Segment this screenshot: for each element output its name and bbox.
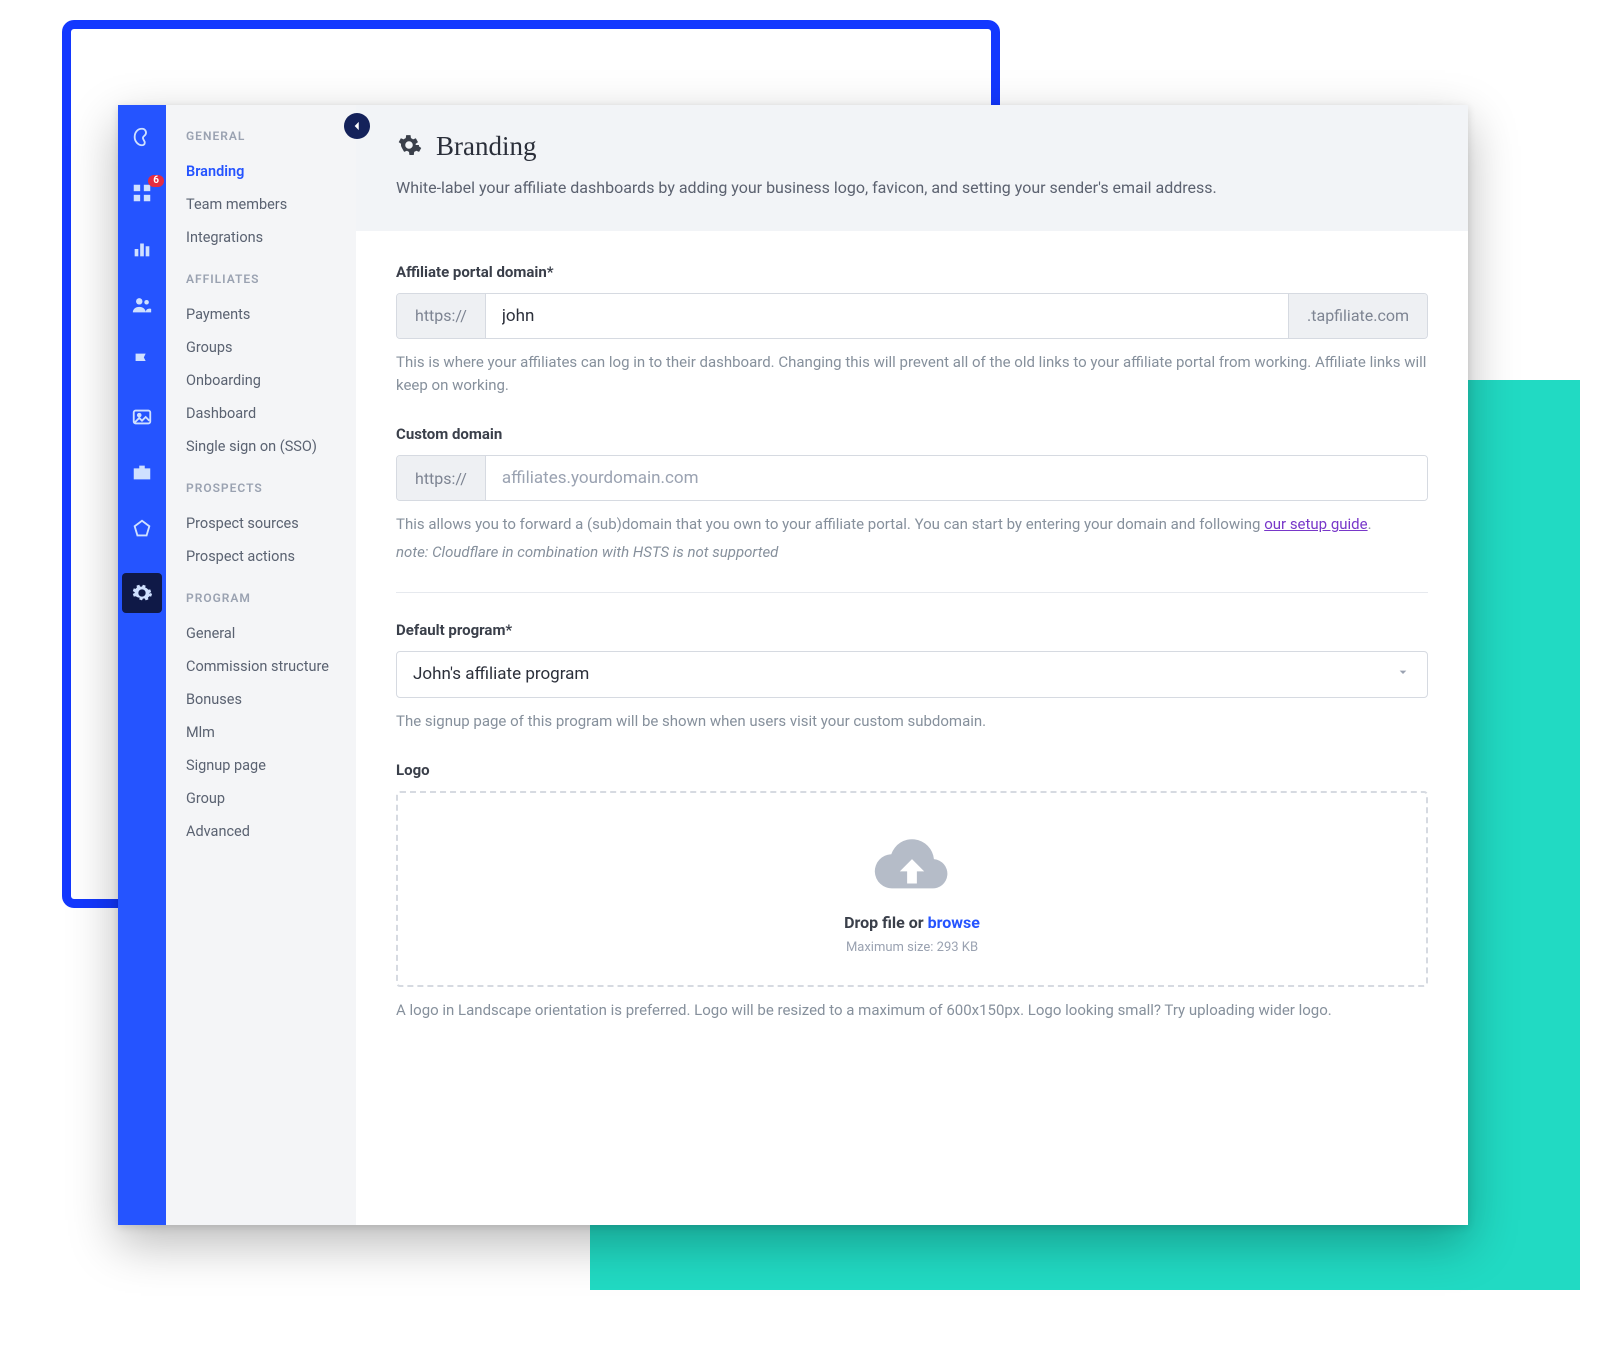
portal-domain-help: This is where your affiliates can log in…: [396, 351, 1428, 398]
sidebar-item-signup-page[interactable]: Signup page: [186, 749, 356, 782]
dashboard-badge: 6: [148, 175, 164, 187]
flag-icon[interactable]: [130, 349, 154, 373]
icon-rail: 6: [118, 105, 166, 1225]
polygon-icon[interactable]: [130, 517, 154, 541]
drop-text-prefix: Drop file or: [844, 913, 928, 932]
sidebar-item-advanced[interactable]: Advanced: [186, 815, 356, 848]
page-title: Branding: [436, 131, 537, 162]
sidebar-group-title: AFFILIATES: [186, 272, 356, 286]
setup-guide-link[interactable]: our setup guide: [1264, 515, 1367, 533]
sidebar-item-payments[interactable]: Payments: [186, 298, 356, 331]
sidebar-group-title: PROGRAM: [186, 591, 356, 605]
sidebar-item-bonuses[interactable]: Bonuses: [186, 683, 356, 716]
field-logo: Logo Drop file or browse Maximum size: 2…: [396, 761, 1428, 1022]
portal-domain-prefix: https://: [397, 294, 486, 338]
default-program-select[interactable]: John's affiliate program: [396, 651, 1428, 698]
sidebar-item-dashboard[interactable]: Dashboard: [186, 397, 356, 430]
field-default-program: Default program* John's affiliate progra…: [396, 621, 1428, 733]
form-body: Affiliate portal domain* https:// .tapfi…: [356, 231, 1468, 1091]
sidebar-group-general: GENERAL Branding Team members Integratio…: [186, 129, 356, 254]
sidebar-item-prospect-actions[interactable]: Prospect actions: [186, 540, 356, 573]
custom-domain-label: Custom domain: [396, 425, 1428, 443]
back-button[interactable]: [344, 113, 370, 139]
sidebar-item-commission-structure[interactable]: Commission structure: [186, 650, 356, 683]
cloud-upload-icon: [418, 833, 1406, 899]
browse-link[interactable]: browse: [928, 913, 980, 932]
sidebar-group-prospects: PROSPECTS Prospect sources Prospect acti…: [186, 481, 356, 573]
drop-max-size: Maximum size: 293 KB: [418, 940, 1406, 955]
dashboard-icon[interactable]: 6: [130, 181, 154, 205]
briefcase-icon[interactable]: [130, 461, 154, 485]
custom-domain-input-group: https://: [396, 455, 1428, 501]
default-program-value: John's affiliate program: [413, 664, 589, 684]
sidebar-item-integrations[interactable]: Integrations: [186, 221, 356, 254]
page-description: White-label your affiliate dashboards by…: [396, 176, 1428, 201]
portal-domain-label: Affiliate portal domain*: [396, 263, 1428, 281]
field-custom-domain: Custom domain https:// This allows you t…: [396, 425, 1428, 564]
drop-text: Drop file or browse: [418, 913, 1406, 932]
logo-dropzone[interactable]: Drop file or browse Maximum size: 293 KB: [396, 791, 1428, 987]
gear-icon: [396, 132, 422, 162]
settings-sidebar: GENERAL Branding Team members Integratio…: [166, 105, 356, 1225]
sidebar-item-program-group[interactable]: Group: [186, 782, 356, 815]
sidebar-group-title: PROSPECTS: [186, 481, 356, 495]
sidebar-item-onboarding[interactable]: Onboarding: [186, 364, 356, 397]
custom-domain-help: This allows you to forward a (sub)domain…: [396, 513, 1428, 536]
logo-icon[interactable]: [130, 125, 154, 149]
gear-icon[interactable]: [122, 573, 162, 613]
chart-icon[interactable]: [130, 237, 154, 261]
sidebar-item-sso[interactable]: Single sign on (SSO): [186, 430, 356, 463]
field-portal-domain: Affiliate portal domain* https:// .tapfi…: [396, 263, 1428, 398]
default-program-label: Default program*: [396, 621, 1428, 639]
portal-domain-suffix: .tapfiliate.com: [1288, 294, 1427, 338]
app-window: 6 GENERAL Branding Team m: [118, 105, 1468, 1225]
sidebar-item-groups[interactable]: Groups: [186, 331, 356, 364]
sidebar-item-team-members[interactable]: Team members: [186, 188, 356, 221]
main-content: Branding White-label your affiliate dash…: [356, 105, 1468, 1225]
sidebar-group-program: PROGRAM General Commission structure Bon…: [186, 591, 356, 848]
custom-domain-note: note: Cloudflare in combination with HST…: [396, 541, 1428, 564]
divider: [396, 592, 1428, 593]
sidebar-item-prospect-sources[interactable]: Prospect sources: [186, 507, 356, 540]
portal-domain-input-group: https:// .tapfiliate.com: [396, 293, 1428, 339]
logo-help: A logo in Landscape orientation is prefe…: [396, 999, 1428, 1022]
portal-domain-input[interactable]: [486, 294, 1288, 338]
default-program-help: The signup page of this program will be …: [396, 710, 1428, 733]
image-icon[interactable]: [130, 405, 154, 429]
sidebar-item-program-general[interactable]: General: [186, 617, 356, 650]
chevron-down-icon: [1395, 664, 1411, 685]
users-icon[interactable]: [130, 293, 154, 317]
custom-domain-prefix: https://: [397, 456, 486, 500]
page-header: Branding White-label your affiliate dash…: [356, 105, 1468, 231]
sidebar-item-branding[interactable]: Branding: [186, 155, 356, 188]
sidebar-group-affiliates: AFFILIATES Payments Groups Onboarding Da…: [186, 272, 356, 463]
logo-label: Logo: [396, 761, 1428, 779]
custom-domain-input[interactable]: [486, 456, 1427, 500]
sidebar-item-mlm[interactable]: Mlm: [186, 716, 356, 749]
sidebar-group-title: GENERAL: [186, 129, 356, 143]
custom-domain-help-prefix: This allows you to forward a (sub)domain…: [396, 515, 1264, 533]
custom-domain-help-suffix: .: [1368, 515, 1372, 533]
